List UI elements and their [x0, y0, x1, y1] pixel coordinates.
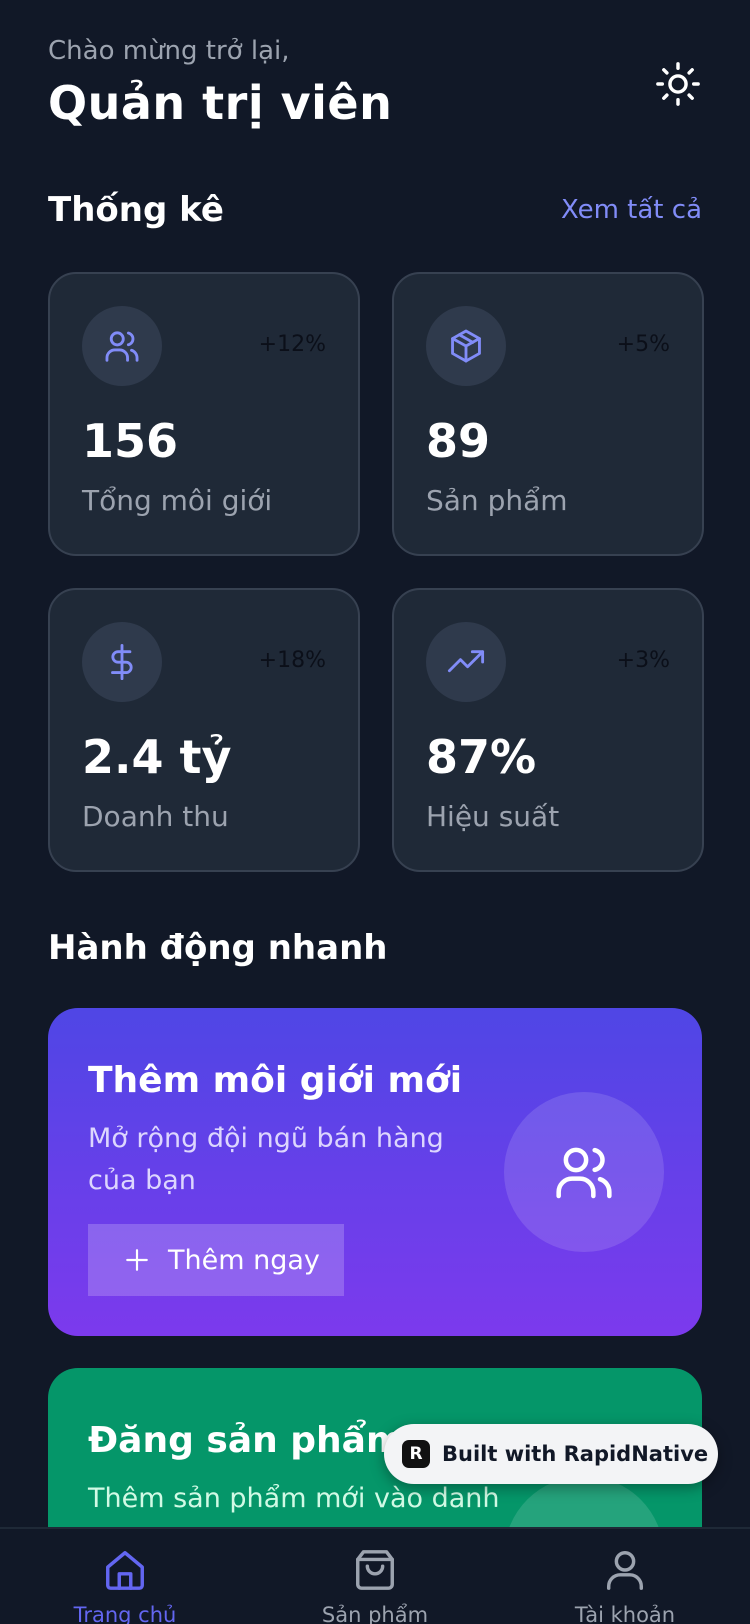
stat-label: Tổng môi giới: [82, 484, 273, 517]
nav-label: Sản phẩm: [321, 1603, 429, 1624]
badge-text: Built with RapidNative: [442, 1442, 709, 1466]
stat-value: 87%: [426, 730, 537, 784]
quick-actions-title: Hành động nhanh: [48, 928, 388, 968]
action-card-icon-circle: [504, 1092, 664, 1252]
action-card-description: Mở rộng đội ngũ bán hàng của bạn: [88, 1123, 444, 1196]
nav-label: Trang chủ: [73, 1603, 177, 1624]
home-icon: [106, 1551, 144, 1590]
stat-value: 89: [426, 414, 491, 468]
stat-icon-wrap: [82, 306, 162, 386]
dollar-icon: [111, 643, 133, 681]
stat-label: Hiệu suất: [426, 800, 560, 833]
stats-header: Thống kê Xem tất cả: [48, 190, 702, 230]
stat-card-products[interactable]: +5% 89 Sản phẩm: [392, 272, 704, 556]
stat-label: Doanh thu: [82, 800, 229, 833]
add-broker-card[interactable]: Thêm môi giới mới Mở rộng đội ngũ bán hà…: [48, 1008, 702, 1336]
nav-label: Tài khoản: [574, 1603, 676, 1624]
stat-value: 2.4 tỷ: [82, 730, 232, 784]
rapidnative-logo-icon: R: [402, 1440, 430, 1468]
action-card-title: Đăng sản phẩm: [88, 1420, 404, 1461]
bottom-navigation: Trang chủ Sản phẩm Tài khoản: [0, 1527, 750, 1624]
nav-item-home[interactable]: Trang chủ: [25, 1547, 225, 1624]
stat-change: +5%: [616, 332, 670, 357]
nav-item-account[interactable]: Tài khoản: [525, 1547, 725, 1624]
package-icon: [451, 329, 481, 363]
action-card-description: Thêm sản phẩm mới vào danh: [88, 1483, 500, 1514]
sun-icon: [656, 62, 700, 106]
stat-card-revenue[interactable]: +18% 2.4 tỷ Doanh thu: [48, 588, 360, 872]
stat-icon-wrap: [426, 622, 506, 702]
user-icon: [606, 1551, 644, 1590]
stat-change: +18%: [258, 648, 326, 673]
trending-up-icon: [447, 650, 485, 673]
shopping-bag-icon: [356, 1550, 394, 1590]
stat-label: Sản phẩm: [426, 484, 568, 517]
users-icon: [556, 1147, 612, 1199]
add-now-label: Thêm ngay: [168, 1244, 320, 1276]
action-card-title: Thêm môi giới mới: [88, 1060, 463, 1101]
stat-value: 156: [82, 414, 179, 468]
header: Chào mừng trở lại, Quản trị viên: [48, 36, 702, 130]
plus-icon: [126, 1249, 148, 1271]
page-title: Quản trị viên: [48, 76, 393, 130]
see-all-link[interactable]: Xem tất cả: [561, 195, 702, 225]
stat-change: +3%: [616, 648, 670, 673]
users-icon: [105, 331, 139, 362]
built-with-badge[interactable]: R Built with RapidNative: [384, 1424, 718, 1484]
stat-change: +12%: [258, 332, 326, 357]
greeting-text: Chào mừng trở lại,: [48, 36, 290, 66]
stat-card-brokers[interactable]: +12% 156 Tổng môi giới: [48, 272, 360, 556]
add-now-button[interactable]: Thêm ngay: [88, 1224, 344, 1296]
nav-item-products[interactable]: Sản phẩm: [275, 1547, 475, 1624]
stat-card-performance[interactable]: +3% 87% Hiệu suất: [392, 588, 704, 872]
stats-title: Thống kê: [48, 190, 224, 230]
stat-icon-wrap: [82, 622, 162, 702]
stat-icon-wrap: [426, 306, 506, 386]
theme-toggle-button[interactable]: [654, 60, 702, 108]
